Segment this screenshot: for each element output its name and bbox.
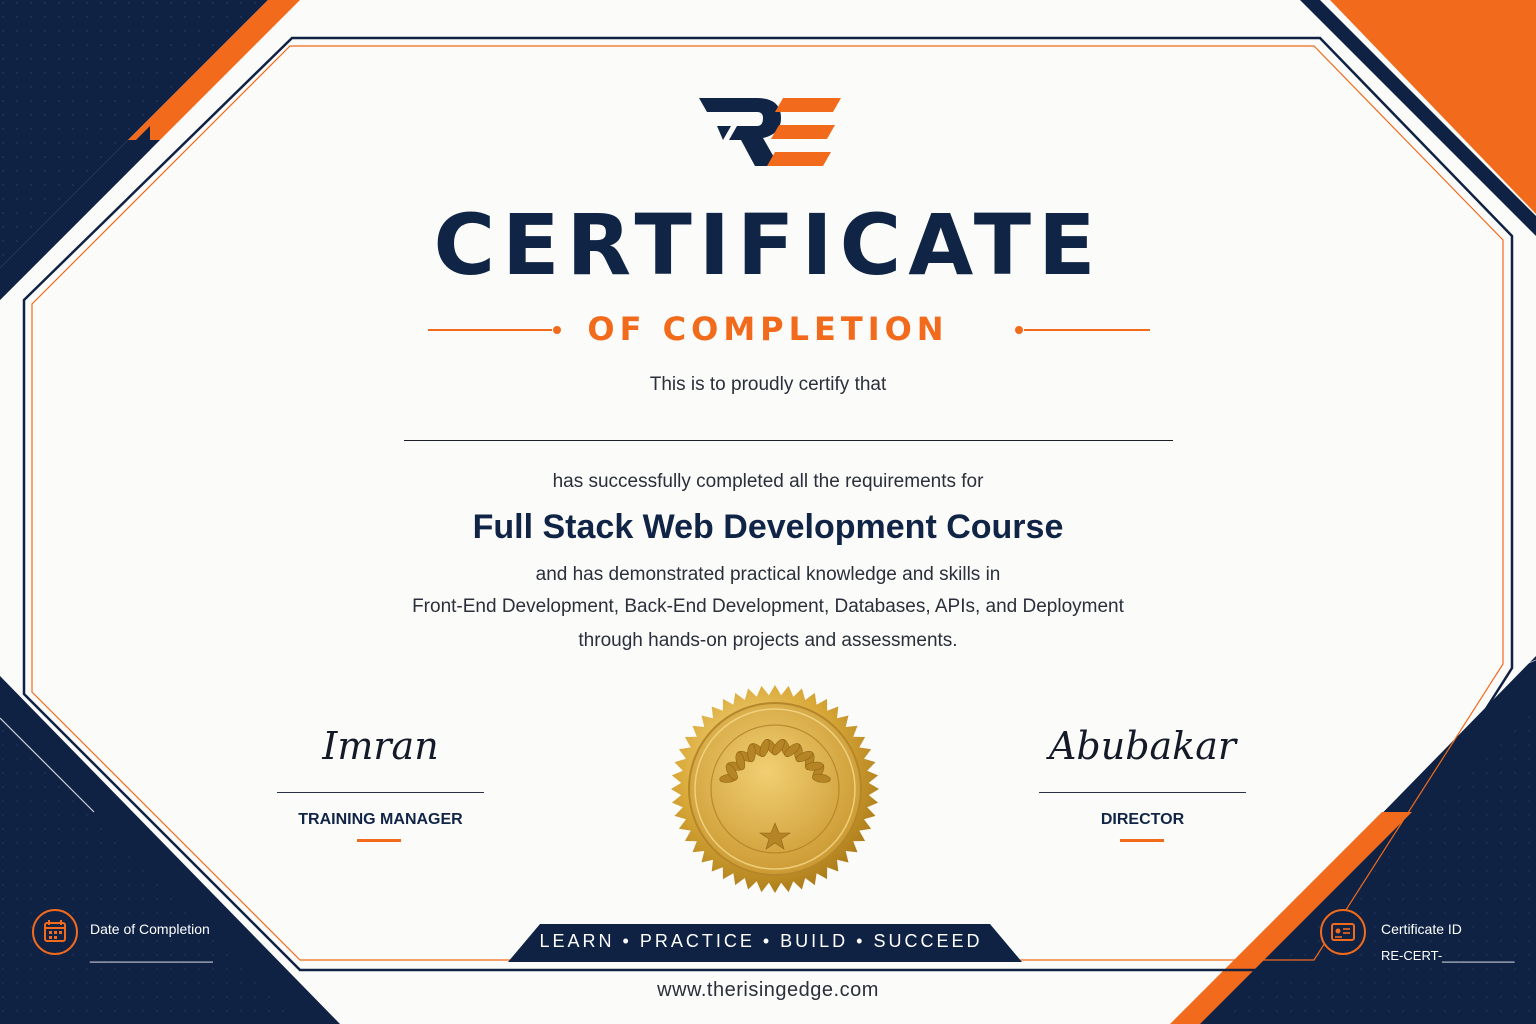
logo-icon (699, 98, 841, 166)
director-signature: Abubakar (1048, 724, 1237, 768)
description-line: through hands-on projects and assessment… (578, 630, 958, 651)
signature-accent (1120, 839, 1164, 842)
description-line: and has demonstrated practical knowledge… (535, 564, 1001, 585)
id-card-icon (1320, 909, 1366, 955)
certificate-title: CERTIFICATE (433, 196, 1103, 294)
signature-accent (357, 839, 401, 842)
recipient-name-line (404, 440, 1173, 441)
gold-seal-icon (671, 685, 879, 893)
signature-line (277, 792, 484, 793)
certificate-subtitle: OF COMPLETION (587, 310, 949, 348)
course-title: Full Stack Web Development Course (472, 508, 1064, 546)
director-title: DIRECTOR (1100, 811, 1185, 828)
date-label: Date of Completion (90, 921, 210, 937)
tagline: LEARN • PRACTICE • BUILD • SUCCEED (539, 931, 983, 951)
intro-text: This is to proudly certify that (649, 374, 887, 395)
training-manager-signature: Imran (322, 724, 439, 768)
description-line: Front-End Development, Back-End Developm… (412, 596, 1124, 617)
calendar-icon (32, 909, 78, 955)
date-value: _________________ (90, 948, 213, 963)
certificate-page: CERTIFICATE OF COMPLETION This is to pro… (0, 0, 1536, 1024)
training-manager-title: TRAINING MANAGER (298, 811, 463, 828)
certificate-id-value: RE-CERT-__________ (1381, 948, 1515, 963)
signature-line (1039, 792, 1246, 793)
website-link[interactable]: www.therisingedge.com (0, 979, 1536, 1002)
certificate-id-label: Certificate ID (1381, 921, 1462, 937)
requirements-text: has successfully completed all the requi… (552, 471, 984, 492)
